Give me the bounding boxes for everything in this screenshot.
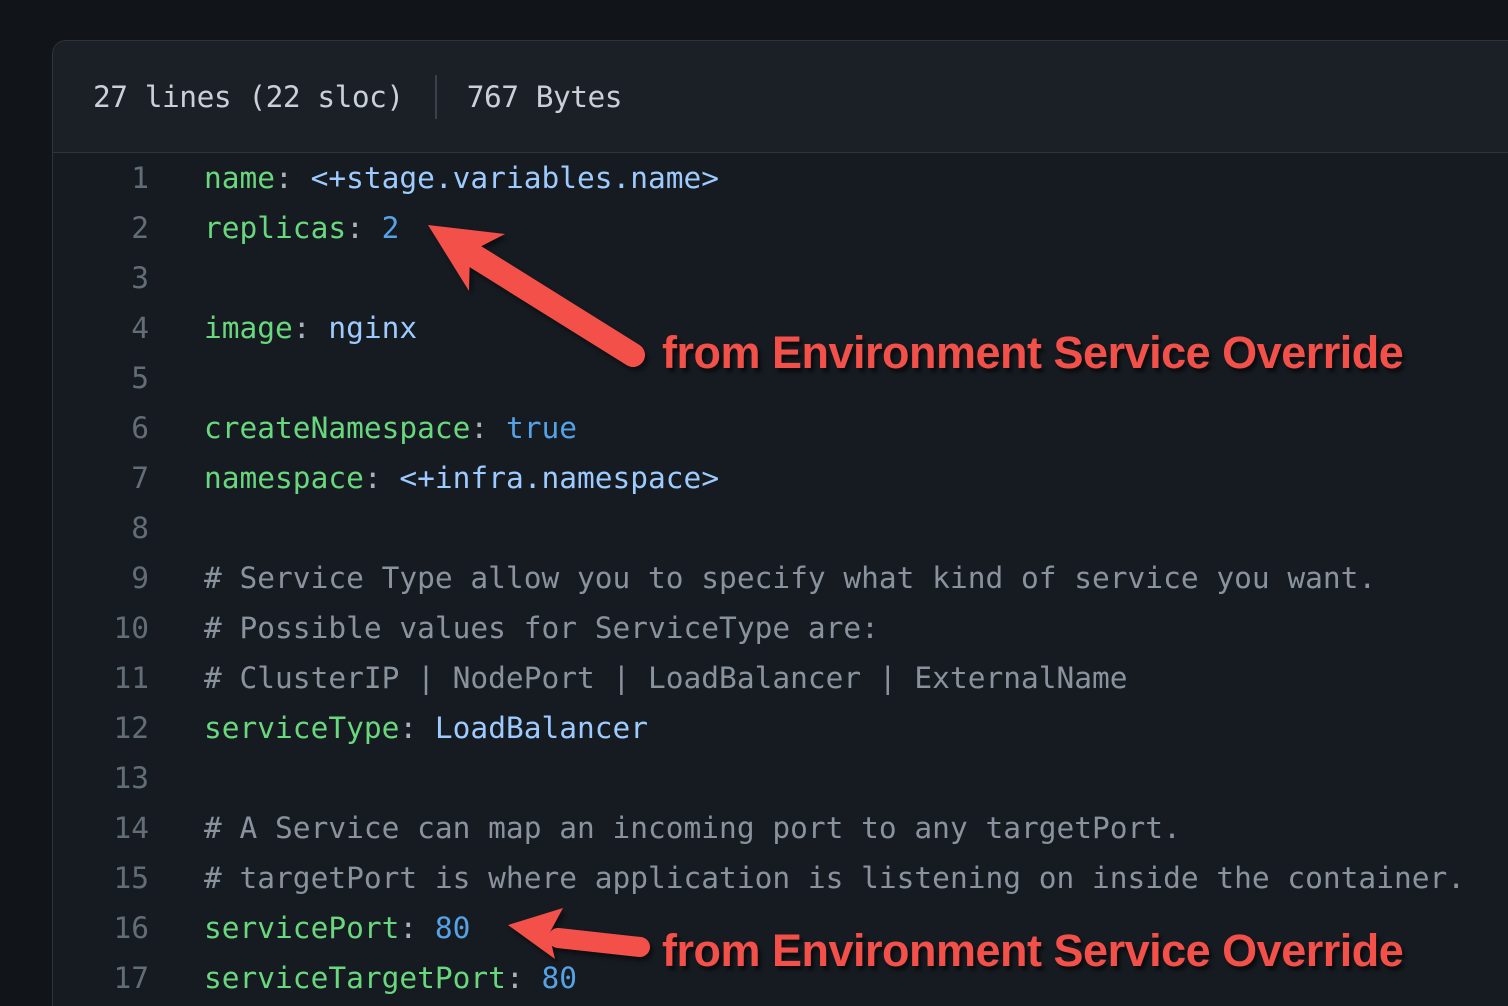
token-punc: : <box>275 161 311 195</box>
code-text <box>149 353 204 403</box>
token-key: image <box>204 311 293 345</box>
token-str: LoadBalancer <box>435 711 648 745</box>
line-number[interactable]: 11 <box>53 653 149 703</box>
code-line: 3 <box>53 253 1508 303</box>
line-number[interactable]: 5 <box>53 353 149 403</box>
code-text <box>149 753 204 803</box>
line-number[interactable]: 4 <box>53 303 149 353</box>
code-text: # targetPort is where application is lis… <box>149 853 1465 903</box>
line-number[interactable]: 16 <box>53 903 149 953</box>
code-line: 7namespace: <+infra.namespace> <box>53 453 1508 503</box>
token-key: replicas <box>204 211 346 245</box>
line-number[interactable]: 7 <box>53 453 149 503</box>
file-panel: 27 lines (22 sloc) 767 Bytes 1name: <+st… <box>52 40 1508 1006</box>
code-line: 13 <box>53 753 1508 803</box>
code-viewer: 1name: <+stage.variables.name>2replicas:… <box>53 153 1508 1003</box>
token-key: servicePort <box>204 911 399 945</box>
code-text: servicePort: 80 <box>149 903 470 953</box>
code-line: 2replicas: 2 <box>53 203 1508 253</box>
file-info-divider <box>435 75 437 119</box>
line-number[interactable]: 8 <box>53 503 149 553</box>
code-text: replicas: 2 <box>149 203 399 253</box>
code-line: 12serviceType: LoadBalancer <box>53 703 1508 753</box>
code-line: 9 # Service Type allow you to specify wha… <box>53 553 1508 603</box>
token-str: <+stage.variables.name> <box>311 161 720 195</box>
line-number[interactable]: 3 <box>53 253 149 303</box>
line-number[interactable]: 15 <box>53 853 149 903</box>
code-text: # A Service can map an incoming port to … <box>149 803 1181 853</box>
token-comment: # targetPort is where application is lis… <box>204 861 1465 895</box>
file-size-info: 767 Bytes <box>467 80 622 114</box>
token-punc: : <box>364 461 400 495</box>
token-num: 80 <box>435 911 471 945</box>
token-comment: # A Service can map an incoming port to … <box>204 811 1181 845</box>
annotation-arrow-2 <box>485 895 675 985</box>
code-line: 15 # targetPort is where application is l… <box>53 853 1508 903</box>
line-number[interactable]: 6 <box>53 403 149 453</box>
line-number[interactable]: 2 <box>53 203 149 253</box>
code-line: 10 # Possible values for ServiceType are: <box>53 603 1508 653</box>
token-key: name <box>204 161 275 195</box>
code-line: 11 # ClusterIP | NodePort | LoadBalancer … <box>53 653 1508 703</box>
code-text <box>149 253 204 303</box>
line-number[interactable]: 10 <box>53 603 149 653</box>
token-comment: # Service Type allow you to specify what… <box>204 561 1376 595</box>
code-line: 14 # A Service can map an incoming port t… <box>53 803 1508 853</box>
file-lines-info: 27 lines (22 sloc) <box>93 80 404 114</box>
line-number[interactable]: 13 <box>53 753 149 803</box>
token-punc: : <box>470 411 506 445</box>
code-text: createNamespace: true <box>149 403 577 453</box>
code-text <box>149 503 204 553</box>
token-key: namespace <box>204 461 364 495</box>
line-number[interactable]: 9 <box>53 553 149 603</box>
token-punc: : <box>293 311 329 345</box>
code-text: # Service Type allow you to specify what… <box>149 553 1376 603</box>
code-line: 6createNamespace: true <box>53 403 1508 453</box>
code-text: image: nginx <box>149 303 417 353</box>
file-header: 27 lines (22 sloc) 767 Bytes <box>53 41 1508 153</box>
code-line: 8 <box>53 503 1508 553</box>
token-key: serviceTargetPort <box>204 961 506 995</box>
code-text: # ClusterIP | NodePort | LoadBalancer | … <box>149 653 1128 703</box>
token-punc: : <box>346 211 382 245</box>
annotation-label-2: from Environment Service Override <box>662 924 1403 978</box>
token-punc: : <box>399 911 435 945</box>
code-text: serviceType: LoadBalancer <box>149 703 648 753</box>
token-key: serviceType <box>204 711 399 745</box>
line-number[interactable]: 1 <box>53 153 149 203</box>
line-number[interactable]: 12 <box>53 703 149 753</box>
code-text: # Possible values for ServiceType are: <box>149 603 879 653</box>
line-number[interactable]: 14 <box>53 803 149 853</box>
token-str: <+infra.namespace> <box>399 461 719 495</box>
code-text: name: <+stage.variables.name> <box>149 153 719 203</box>
token-key: createNamespace <box>204 411 470 445</box>
token-num: 2 <box>382 211 400 245</box>
code-text: namespace: <+infra.namespace> <box>149 453 719 503</box>
token-comment: # ClusterIP | NodePort | LoadBalancer | … <box>204 661 1128 695</box>
annotation-label-1: from Environment Service Override <box>662 326 1403 380</box>
code-line: 1name: <+stage.variables.name> <box>53 153 1508 203</box>
token-num: true <box>506 411 577 445</box>
token-str: nginx <box>328 311 417 345</box>
token-punc: : <box>399 711 435 745</box>
annotation-arrow-1 <box>405 200 675 380</box>
token-comment: # Possible values for ServiceType are: <box>204 611 879 645</box>
line-number[interactable]: 17 <box>53 953 149 1003</box>
